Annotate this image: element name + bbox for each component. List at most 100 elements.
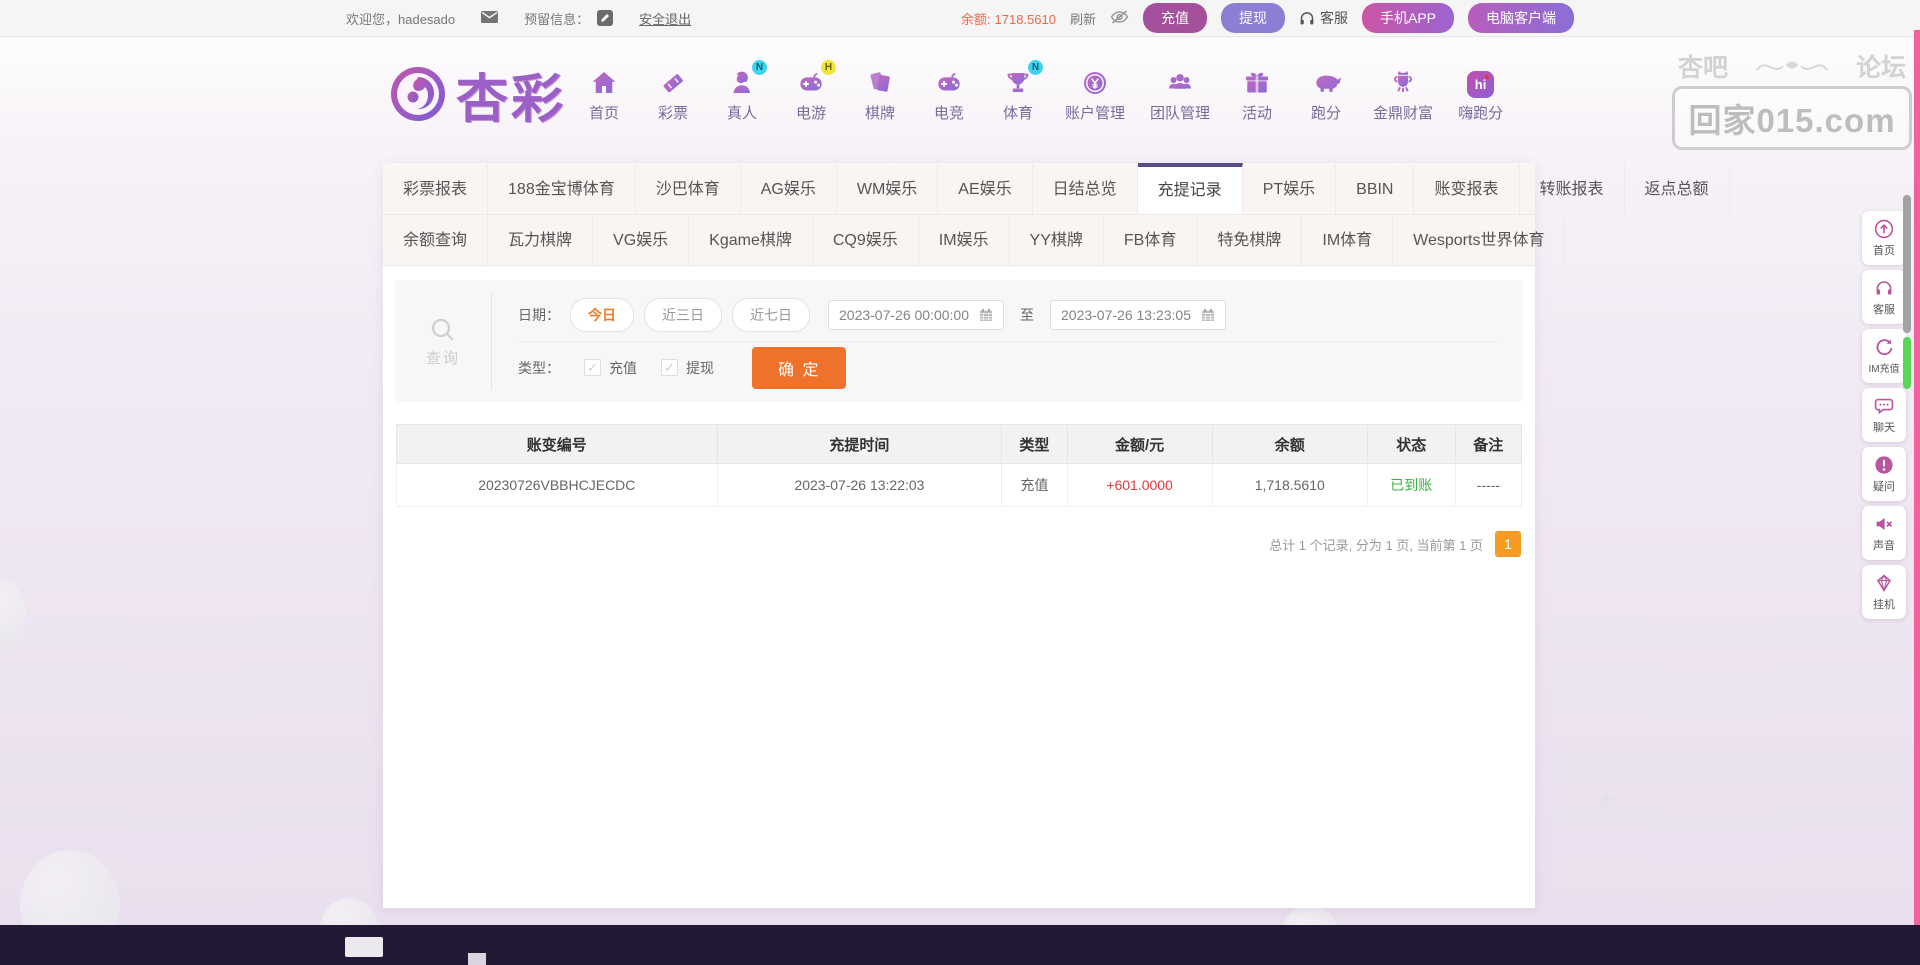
tab-item[interactable]: 特免棋牌	[1197, 215, 1302, 265]
nav-item-paofen[interactable]: 跑分	[1304, 66, 1348, 123]
header: 杏彩 首页 彩票 N 真人	[0, 38, 1920, 150]
tab-item[interactable]: 账变报表	[1414, 163, 1519, 214]
sidebar-item-sound[interactable]: 声音	[1862, 506, 1906, 560]
tab-item[interactable]: FB体育	[1104, 215, 1197, 265]
diamond-icon	[1874, 573, 1894, 593]
nav-label: 电游	[796, 102, 826, 123]
sidebar-item-question[interactable]: 疑问	[1862, 447, 1906, 501]
nav-item-account[interactable]: 账户管理	[1065, 66, 1125, 123]
refresh-link[interactable]: 刷新	[1070, 9, 1096, 28]
tab-item[interactable]: CQ9娱乐	[813, 215, 919, 265]
eye-slash-icon[interactable]	[1110, 10, 1129, 27]
nav-item-lottery[interactable]: 彩票	[651, 66, 695, 123]
tab-item-active[interactable]: 充提记录	[1138, 163, 1243, 214]
date-to-input[interactable]: 2023-07-26 13:23:05	[1050, 300, 1226, 330]
date-preset-7days[interactable]: 近七日	[732, 298, 810, 332]
tab-item[interactable]: 瓦力棋牌	[488, 215, 593, 265]
sparkle-decoration	[1598, 790, 1614, 806]
logout-link[interactable]: 安全退出	[639, 9, 691, 28]
nav-item-live-casino[interactable]: N 真人	[720, 66, 764, 123]
table-header-row: 账变编号 充提时间 类型 金额/元 余额 状态 备注	[397, 425, 1522, 464]
deposit-button[interactable]: 充值	[1143, 3, 1207, 33]
nav-label: 活动	[1242, 102, 1272, 123]
tab-item[interactable]: 彩票报表	[383, 163, 488, 214]
nav-item-sports[interactable]: N 体育	[996, 66, 1040, 123]
deposit-checkbox-label: 充值	[609, 358, 637, 378]
tab-item[interactable]: WM娱乐	[837, 163, 938, 214]
tab-item[interactable]: YY棋牌	[1010, 215, 1104, 265]
speaker-muted-icon	[1874, 514, 1894, 534]
sidebar-item-label: 聊天	[1873, 419, 1895, 435]
date-from-value: 2023-07-26 00:00:00	[839, 307, 969, 323]
sidebar-item-label: IM充值	[1868, 360, 1899, 375]
date-preset-today[interactable]: 今日	[570, 298, 634, 332]
tab-item[interactable]: IM体育	[1302, 215, 1393, 265]
nav-item-hi-paofen[interactable]: hi 嗨跑分	[1458, 66, 1503, 123]
home-icon	[589, 68, 619, 98]
sidebar-item-service[interactable]: 客服	[1862, 270, 1906, 324]
topbar: 欢迎您，hadesado 预留信息： 安全退出 余额:1718.5610 刷新	[0, 0, 1920, 37]
site-logo[interactable]: 杏彩	[388, 57, 566, 132]
tab-item[interactable]: 转账报表	[1520, 163, 1625, 214]
nav-item-jinding-wealth[interactable]: 金鼎财富	[1373, 66, 1433, 123]
date-to-label: 至	[1020, 305, 1034, 325]
withdraw-checkbox[interactable]: ✓	[661, 359, 678, 376]
watermark-right-text: 论坛	[1856, 48, 1906, 84]
type-deposit-option[interactable]: ✓ 充值	[584, 358, 637, 378]
edit-pencil-icon[interactable]	[597, 10, 613, 26]
nav-item-activity[interactable]: 活动	[1235, 66, 1279, 123]
tab-item[interactable]: 沙巴体育	[636, 163, 741, 214]
ticket-icon	[658, 68, 688, 98]
deposit-checkbox[interactable]: ✓	[584, 359, 601, 376]
arrow-up-circle-icon	[1874, 219, 1894, 239]
page-button-1[interactable]: 1	[1495, 531, 1521, 557]
tab-item[interactable]: Wesports世界体育	[1393, 215, 1565, 265]
nav-item-board-games[interactable]: 棋牌	[858, 66, 902, 123]
sidebar-item-home[interactable]: 首页	[1862, 211, 1906, 265]
tab-item[interactable]: 返点总额	[1625, 163, 1730, 214]
type-withdraw-option[interactable]: ✓ 提现	[661, 358, 714, 378]
nav-item-esports[interactable]: 电竞	[927, 66, 971, 123]
nav-label: 账户管理	[1065, 102, 1125, 123]
tab-item[interactable]: VG娱乐	[593, 215, 689, 265]
tab-item[interactable]: AE娱乐	[938, 163, 1032, 214]
col-header-remark: 备注	[1455, 425, 1521, 464]
nav-item-home[interactable]: 首页	[582, 66, 626, 123]
chat-bubble-icon	[1874, 396, 1894, 416]
date-preset-3days[interactable]: 近三日	[644, 298, 722, 332]
date-from-input[interactable]: 2023-07-26 00:00:00	[828, 300, 1004, 330]
sidebar-item-label: 声音	[1873, 537, 1895, 553]
ding-cauldron-icon	[1388, 68, 1418, 98]
nav-item-team[interactable]: 团队管理	[1150, 66, 1210, 123]
mail-icon[interactable]	[481, 11, 498, 26]
refresh-icon	[1874, 337, 1894, 357]
cards-icon	[865, 68, 895, 98]
nav-item-egames[interactable]: H 电游	[789, 66, 833, 123]
tab-item[interactable]: PT娱乐	[1243, 163, 1336, 214]
exclamation-circle-icon	[1874, 455, 1894, 475]
nav-label: 首页	[589, 102, 619, 123]
nav-label: 彩票	[658, 102, 688, 123]
tab-item[interactable]: IM娱乐	[919, 215, 1010, 265]
headset-icon	[1874, 278, 1894, 298]
confirm-button[interactable]: 确 定	[752, 347, 846, 389]
sidebar-item-im-recharge[interactable]: IM充值	[1862, 329, 1906, 383]
tab-item[interactable]: 188金宝博体育	[488, 163, 636, 214]
pc-client-button[interactable]: 电脑客户端	[1468, 3, 1574, 33]
sidebar-item-hangup[interactable]: 挂机	[1862, 565, 1906, 619]
tab-item[interactable]: Kgame棋牌	[689, 215, 813, 265]
tab-item[interactable]: 余额查询	[383, 215, 488, 265]
logo-text: 杏彩	[456, 57, 566, 132]
flourish-icon	[1755, 53, 1829, 79]
tab-item[interactable]: BBIN	[1336, 163, 1414, 214]
sidebar-item-chat[interactable]: 聊天	[1862, 388, 1906, 442]
tab-item[interactable]: 日结总览	[1033, 163, 1138, 214]
mobile-app-button[interactable]: 手机APP	[1362, 3, 1454, 33]
team-people-icon	[1165, 68, 1195, 98]
scrollbar-thumb[interactable]	[1903, 195, 1911, 333]
nav-label: 金鼎财富	[1373, 102, 1433, 123]
balance-label: 余额:	[961, 12, 991, 27]
withdraw-button[interactable]: 提现	[1221, 3, 1285, 33]
tab-item[interactable]: AG娱乐	[741, 163, 837, 214]
customer-service-link[interactable]: 客服	[1299, 8, 1348, 28]
